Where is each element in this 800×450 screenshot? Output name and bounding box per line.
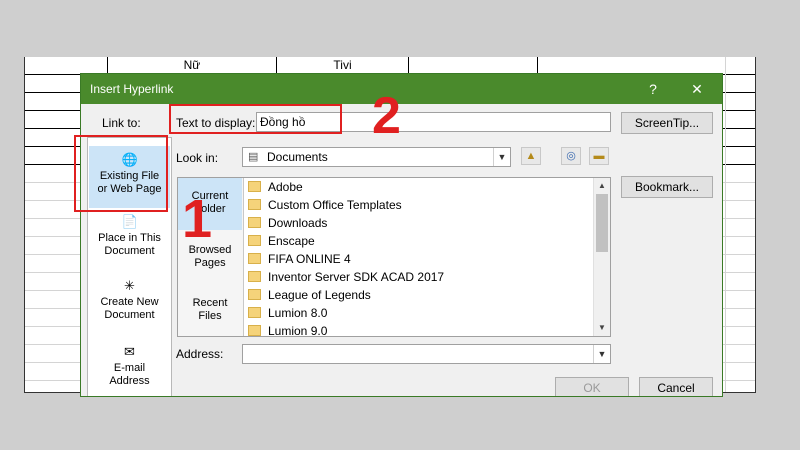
file-browser: Current Folder Browsed Pages Recent File… — [177, 177, 611, 337]
list-item[interactable]: Lumion 8.0 — [248, 304, 327, 322]
list-item[interactable]: Custom Office Templates — [248, 196, 402, 214]
look-in-value: Documents — [267, 150, 328, 164]
file-name: League of Legends — [268, 288, 371, 302]
chevron-down-icon[interactable]: ▼ — [493, 148, 510, 166]
link-create-new-document[interactable]: ✳ Create New Document — [89, 278, 170, 328]
location-browsed-line2: Pages — [194, 257, 226, 269]
look-in-label: Look in: — [176, 151, 219, 165]
look-in-dropdown[interactable]: ▤ Documents ▼ — [242, 147, 511, 167]
scroll-down-icon[interactable]: ▼ — [594, 321, 610, 335]
link-email-address[interactable]: ✉ E-mail Address — [89, 344, 170, 394]
column-header-nu[interactable]: Nữ — [108, 57, 276, 74]
location-recent-files[interactable]: Recent Files — [178, 297, 242, 336]
file-name: FIFA ONLINE 4 — [268, 252, 351, 266]
link-to-label: Link to: — [102, 116, 141, 130]
location-browsed-pages[interactable]: Browsed Pages — [178, 244, 242, 284]
file-name: Adobe — [268, 180, 303, 194]
annotation-box-link-type — [74, 135, 168, 212]
link-place-in-document[interactable]: 📄 Place in This Document — [89, 214, 170, 264]
link-place-line1: Place in This — [98, 232, 161, 244]
email-icon: ✉ — [124, 344, 135, 359]
annotation-step-2: 2 — [372, 87, 401, 145]
address-value — [243, 347, 246, 361]
folder-icon — [248, 271, 261, 282]
file-list: Adobe Custom Office Templates Downloads … — [245, 178, 595, 336]
file-name: Downloads — [268, 216, 328, 230]
browse-file-icon[interactable]: ▬ — [589, 147, 609, 165]
link-place-line2: Document — [104, 245, 155, 257]
annotation-box-text-to-display — [169, 104, 342, 134]
grid-col-line — [408, 57, 409, 74]
grid-col-line — [537, 57, 538, 74]
folder-icon — [248, 217, 261, 228]
folder-icon — [248, 235, 261, 246]
list-item[interactable]: Lumion 9.0 — [248, 322, 328, 337]
close-button[interactable]: ✕ — [686, 79, 708, 99]
link-create-line2: Document — [104, 309, 155, 321]
help-button[interactable]: ? — [643, 79, 663, 99]
dialog-titlebar[interactable]: Insert Hyperlink ? ✕ — [81, 74, 722, 104]
location-recent-line1: Recent — [192, 297, 228, 309]
file-list-scrollbar[interactable]: ▲ ▼ — [593, 178, 610, 336]
address-input[interactable]: ▼ — [242, 344, 611, 364]
up-one-folder-icon[interactable]: ▲ — [521, 147, 541, 165]
document-bookmark-icon: 📄 — [121, 214, 138, 229]
folder-icon — [248, 289, 261, 300]
folder-icon — [248, 253, 261, 264]
file-name: Custom Office Templates — [268, 198, 402, 212]
folder-icon — [248, 181, 261, 192]
location-recent-line2: Files — [198, 310, 222, 322]
folder-icon — [248, 325, 261, 336]
file-name: Lumion 9.0 — [268, 324, 328, 337]
folder-icon — [248, 199, 261, 210]
address-label: Address: — [176, 347, 224, 361]
list-item[interactable]: FIFA ONLINE 4 — [248, 250, 351, 268]
annotation-step-1: 1 — [182, 189, 213, 249]
list-item[interactable]: Inventor Server SDK ACAD 2017 — [248, 268, 444, 286]
dialog-title: Insert Hyperlink — [90, 82, 174, 96]
file-name: Enscape — [268, 234, 315, 248]
link-create-line1: Create New — [100, 296, 159, 308]
ok-button[interactable]: OK — [555, 377, 629, 396]
bookmark-button[interactable]: Bookmark... — [621, 176, 713, 198]
file-name: Inventor Server SDK ACAD 2017 — [268, 270, 445, 284]
link-email-line1: E-mail — [113, 362, 146, 374]
browse-web-icon[interactable]: ◎ — [561, 147, 581, 165]
list-item[interactable]: Enscape — [248, 232, 315, 250]
screentip-button[interactable]: ScreenTip... — [621, 112, 713, 134]
grid-col-line — [725, 57, 726, 392]
new-document-icon: ✳ — [124, 278, 135, 293]
file-name: Lumion 8.0 — [268, 306, 328, 320]
column-header-tivi[interactable]: Tivi — [277, 57, 408, 74]
scroll-thumb[interactable] — [596, 194, 608, 252]
cancel-button[interactable]: Cancel — [639, 377, 713, 396]
documents-folder-icon: ▤ — [248, 151, 259, 163]
scroll-up-icon[interactable]: ▲ — [594, 179, 610, 193]
link-email-line2: Address — [109, 375, 150, 387]
folder-icon — [248, 307, 261, 318]
list-item[interactable]: League of Legends — [248, 286, 371, 304]
chevron-down-icon[interactable]: ▼ — [593, 345, 610, 363]
list-item[interactable]: Adobe — [248, 178, 303, 196]
list-item[interactable]: Downloads — [248, 214, 327, 232]
